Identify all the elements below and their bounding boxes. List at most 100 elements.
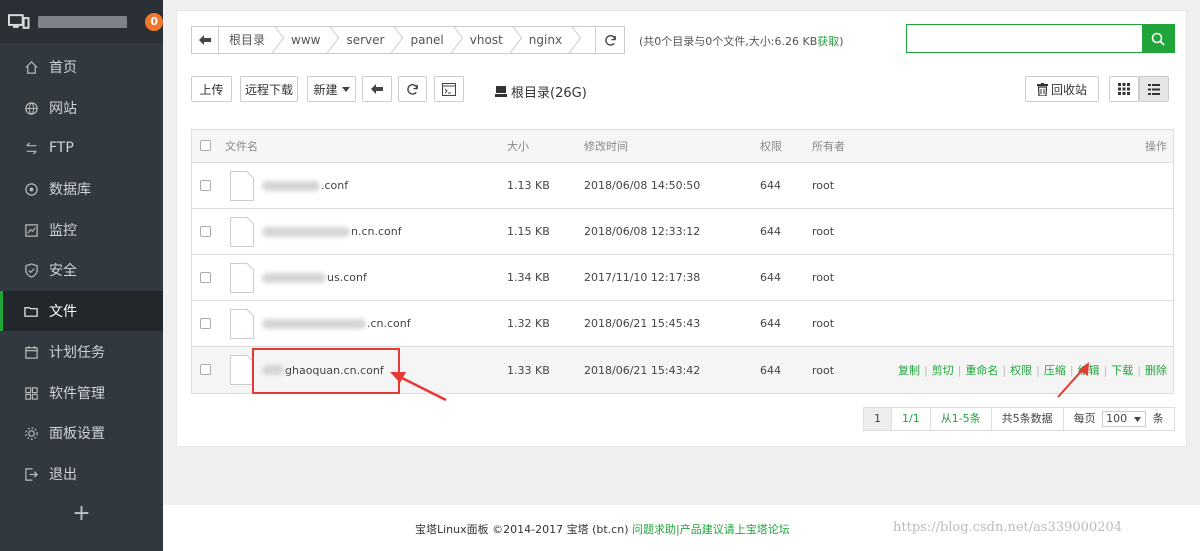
column-size[interactable]: 大小 bbox=[507, 130, 529, 162]
file-owner: root bbox=[812, 271, 835, 284]
list-view-button[interactable] bbox=[1139, 76, 1169, 102]
path-back-button[interactable] bbox=[192, 27, 219, 53]
row-checkbox[interactable] bbox=[200, 271, 211, 283]
table-row[interactable]: us.conf 1.34 KB 2017/11/10 12:17:38 644 … bbox=[192, 255, 1173, 301]
page-current[interactable]: 1 bbox=[864, 408, 892, 430]
file-mtime: 2018/06/08 14:50:50 bbox=[584, 179, 701, 192]
database-icon bbox=[25, 182, 38, 196]
table-row[interactable]: .cn.conf 1.32 KB 2018/06/21 15:45:43 644… bbox=[192, 301, 1173, 347]
notification-badge[interactable]: 0 bbox=[145, 12, 163, 31]
file-icon bbox=[230, 355, 254, 385]
arrow-left-icon bbox=[371, 84, 383, 94]
recycle-bin-label: 回收站 bbox=[1050, 82, 1087, 97]
row-checkbox[interactable] bbox=[200, 317, 211, 329]
computer-icon bbox=[8, 13, 30, 29]
sidebar-item-monitor[interactable]: 监控 bbox=[0, 210, 163, 250]
delete-link[interactable]: 删除 bbox=[1145, 362, 1167, 378]
column-mtime[interactable]: 修改时间 bbox=[584, 130, 628, 162]
remote-download-button[interactable]: 远程下载 bbox=[240, 76, 298, 102]
per-page-select[interactable]: 100 bbox=[1102, 411, 1147, 427]
file-mtime: 2018/06/21 15:45:43 bbox=[584, 317, 701, 330]
breadcrumb-item[interactable]: server bbox=[336, 27, 400, 53]
add-button[interactable]: + bbox=[0, 492, 163, 535]
breadcrumb-item[interactable]: nginx bbox=[519, 27, 578, 53]
breadcrumb-item[interactable]: panel bbox=[400, 27, 459, 53]
per-page-value: 100 bbox=[1106, 412, 1128, 425]
disk-selector[interactable]: 根目录(26G) bbox=[495, 82, 587, 101]
row-checkbox[interactable] bbox=[200, 225, 211, 237]
sidebar-item-website[interactable]: 网站 bbox=[0, 88, 163, 128]
sidebar-item-label: FTP bbox=[49, 140, 74, 156]
sidebar-item-software[interactable]: 软件管理 bbox=[0, 373, 163, 413]
sidebar-item-security[interactable]: 安全 bbox=[0, 250, 163, 290]
forum-link[interactable]: 问题求助|产品建议请上宝塔论坛 bbox=[632, 521, 790, 537]
edit-link[interactable]: 编辑 bbox=[1078, 362, 1100, 378]
refresh-button[interactable] bbox=[398, 76, 427, 102]
breadcrumb: 根目录 www server panel vhost nginx bbox=[191, 26, 625, 54]
file-owner: root bbox=[812, 179, 835, 192]
sidebar-item-ftp[interactable]: FTP bbox=[0, 128, 163, 168]
upload-button[interactable]: 上传 bbox=[191, 76, 232, 102]
column-permission[interactable]: 权限 bbox=[760, 130, 782, 162]
server-header: 0 bbox=[0, 0, 163, 43]
row-checkbox[interactable] bbox=[200, 364, 211, 375]
select-all-checkbox[interactable] bbox=[200, 140, 211, 151]
sidebar-item-cron[interactable]: 计划任务 bbox=[0, 332, 163, 372]
new-button[interactable]: 新建 bbox=[307, 76, 356, 102]
breadcrumb-item[interactable]: www bbox=[281, 27, 336, 53]
file-name[interactable]: .cn.conf bbox=[262, 301, 411, 346]
sidebar-item-files[interactable]: 文件 bbox=[0, 291, 163, 331]
download-link[interactable]: 下载 bbox=[1111, 362, 1133, 378]
grid-view-button[interactable] bbox=[1109, 76, 1139, 102]
separator: | bbox=[1036, 363, 1040, 377]
copy-link[interactable]: 复制 bbox=[898, 362, 920, 378]
file-mtime: 2018/06/08 12:33:12 bbox=[584, 225, 701, 238]
compress-link[interactable]: 压缩 bbox=[1044, 362, 1066, 378]
breadcrumb-item[interactable]: 根目录 bbox=[219, 27, 281, 53]
row-actions: 复制 | 剪切 | 重命名 | 权限 | 压缩 | 编辑 | 下载 | 删除 bbox=[898, 347, 1167, 393]
column-owner[interactable]: 所有者 bbox=[812, 130, 845, 162]
caret-down-icon bbox=[341, 86, 350, 92]
permission-link[interactable]: 权限 bbox=[1010, 362, 1032, 378]
search-button[interactable] bbox=[1142, 25, 1174, 52]
table-row[interactable]: .conf 1.13 KB 2018/06/08 14:50:50 644 ro… bbox=[192, 163, 1173, 209]
monitor-icon bbox=[25, 223, 38, 237]
folder-icon bbox=[24, 306, 38, 317]
file-name[interactable]: .conf bbox=[262, 163, 348, 208]
sidebar-item-label: 数据库 bbox=[49, 182, 91, 198]
separator: | bbox=[1103, 363, 1108, 377]
file-permission: 644 bbox=[760, 179, 781, 192]
directory-summary-text: (共0个目录与0个文件,大小:6.26 KB bbox=[639, 35, 818, 48]
sidebar-item-label: 首页 bbox=[49, 60, 77, 76]
sidebar-item-home[interactable]: 首页 bbox=[0, 47, 163, 87]
home-icon bbox=[25, 60, 38, 74]
file-name-text: .cn.conf bbox=[367, 317, 411, 330]
cut-link[interactable]: 剪切 bbox=[932, 362, 954, 378]
sidebar-item-label: 安全 bbox=[49, 263, 77, 279]
sidebar-item-logout[interactable]: 退出 bbox=[0, 454, 163, 494]
disk-label: 根目录(26G) bbox=[511, 86, 587, 101]
footer: 宝塔Linux面板 ©2014-2017 宝塔 (bt.cn) 问题求助|产品建… bbox=[163, 505, 1200, 551]
row-checkbox[interactable] bbox=[200, 179, 211, 191]
search-input[interactable] bbox=[907, 25, 1139, 52]
file-permission: 644 bbox=[760, 225, 781, 238]
file-size: 1.32 KB bbox=[507, 317, 550, 330]
column-name[interactable]: 文件名 bbox=[225, 130, 258, 162]
recycle-bin-button[interactable]: 回收站 bbox=[1025, 76, 1099, 102]
file-mtime: 2017/11/10 12:17:38 bbox=[584, 271, 701, 284]
sidebar-item-database[interactable]: 数据库 bbox=[0, 169, 163, 209]
logout-icon bbox=[25, 467, 38, 481]
back-button[interactable] bbox=[362, 76, 392, 102]
fetch-size-link[interactable]: 获取 bbox=[817, 35, 839, 48]
path-refresh-button[interactable] bbox=[595, 26, 625, 54]
terminal-button[interactable] bbox=[434, 76, 464, 102]
separator: | bbox=[1002, 363, 1007, 377]
table-row[interactable]: n.cn.conf 1.15 KB 2018/06/08 12:33:12 64… bbox=[192, 209, 1173, 255]
file-name[interactable]: us.conf bbox=[262, 255, 367, 300]
rename-link[interactable]: 重命名 bbox=[965, 362, 998, 378]
breadcrumb-item[interactable]: vhost bbox=[460, 27, 519, 53]
table-header: 文件名 大小 修改时间 权限 所有者 操作 bbox=[192, 130, 1173, 163]
sidebar-item-settings[interactable]: 面板设置 bbox=[0, 413, 163, 453]
refresh-icon bbox=[407, 83, 418, 95]
file-name[interactable]: n.cn.conf bbox=[262, 209, 402, 254]
